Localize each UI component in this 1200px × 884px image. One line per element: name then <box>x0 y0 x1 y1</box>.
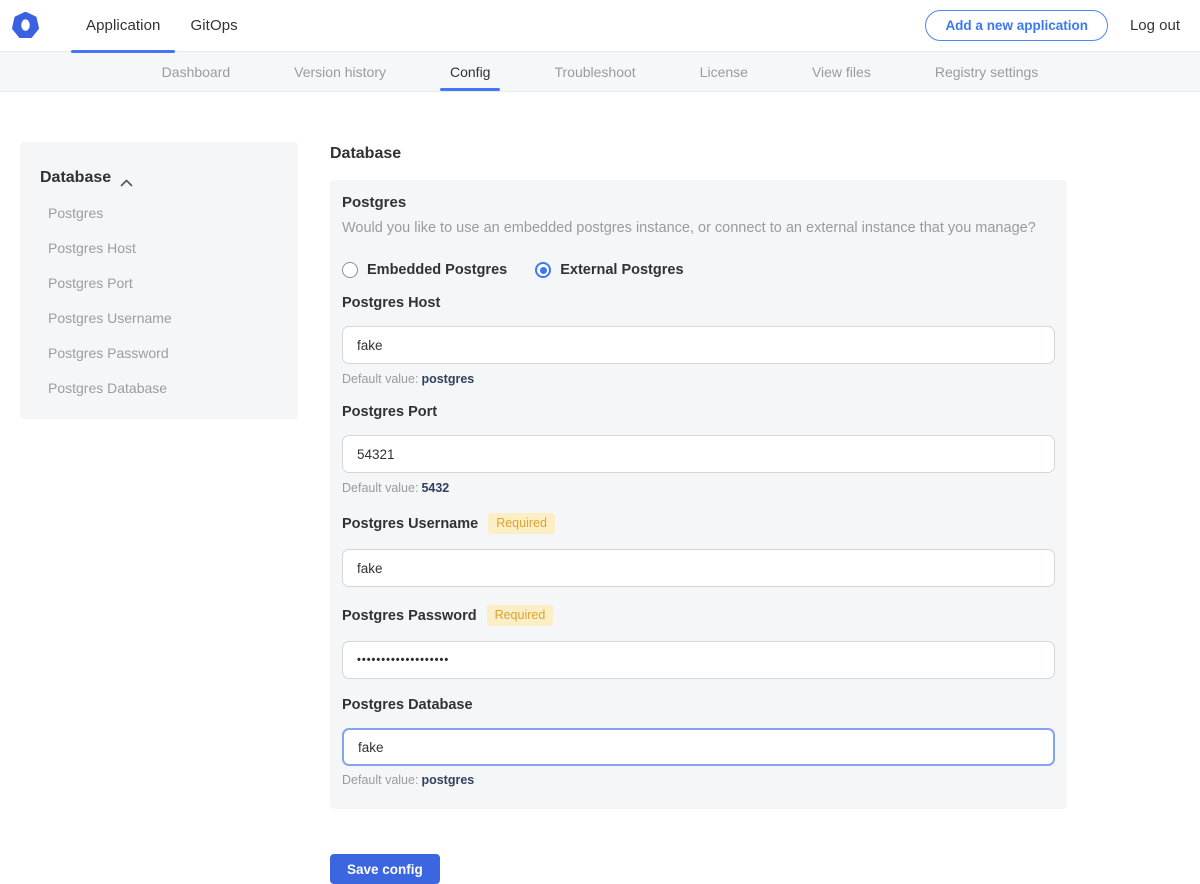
config-content: Database Postgres Postgres Host Postgres… <box>0 92 1200 884</box>
config-sidebar: Database Postgres Postgres Host Postgres… <box>20 142 298 419</box>
tab-config[interactable]: Config <box>448 52 492 91</box>
field-postgres-database: Postgres Database Default value:postgres <box>342 697 1055 787</box>
tab-gitops[interactable]: GitOps <box>175 0 252 52</box>
page-title: Database <box>330 145 1067 163</box>
app-logo-icon[interactable] <box>12 12 39 39</box>
tab-registry-settings[interactable]: Registry settings <box>933 52 1040 91</box>
tab-dashboard[interactable]: Dashboard <box>160 52 233 91</box>
sidebar-group-label: Database <box>40 169 111 187</box>
radio-label: Embedded Postgres <box>367 262 507 278</box>
postgres-port-input[interactable] <box>342 435 1055 473</box>
field-postgres-port: Postgres Port Default value:5432 <box>342 404 1055 495</box>
radio-label: External Postgres <box>560 262 683 278</box>
group-name-postgres: Postgres <box>342 194 1055 211</box>
radio-checked-icon <box>535 262 551 278</box>
tab-license[interactable]: License <box>698 52 750 91</box>
sidebar-item-postgres-database[interactable]: Postgres Database <box>40 379 278 397</box>
field-postgres-host: Postgres Host Default value:postgres <box>342 295 1055 386</box>
postgres-password-input[interactable] <box>342 641 1055 679</box>
field-label: Postgres Host <box>342 295 440 311</box>
default-value-label: Default value: <box>342 773 418 787</box>
field-postgres-username: Postgres Username Required <box>342 513 1055 587</box>
radio-external-postgres[interactable]: External Postgres <box>535 262 683 278</box>
field-postgres-password: Postgres Password Required <box>342 605 1055 679</box>
postgres-mode-radio-group: Embedded Postgres External Postgres <box>342 262 1055 278</box>
tab-troubleshoot[interactable]: Troubleshoot <box>552 52 637 91</box>
sidebar-item-postgres-port[interactable]: Postgres Port <box>40 274 278 292</box>
default-value: postgres <box>421 773 474 787</box>
field-label: Postgres Password <box>342 608 477 624</box>
default-value: 5432 <box>421 481 449 495</box>
field-label: Postgres Username <box>342 516 478 532</box>
postgres-username-input[interactable] <box>342 549 1055 587</box>
field-label: Postgres Port <box>342 404 437 420</box>
add-new-application-button[interactable]: Add a new application <box>925 10 1108 41</box>
default-value: postgres <box>421 372 474 386</box>
sidebar-group-database[interactable]: Database <box>40 169 278 187</box>
chevron-up-icon <box>120 174 133 182</box>
top-navigation: Application GitOps Add a new application… <box>0 0 1200 52</box>
default-value-hint: Default value:postgres <box>342 773 1055 787</box>
app-sub-navigation: Dashboard Version history Config Trouble… <box>0 52 1200 92</box>
group-help-text: Would you like to use an embedded postgr… <box>342 220 1055 236</box>
save-config-button[interactable]: Save config <box>330 854 440 884</box>
field-label: Postgres Database <box>342 697 473 713</box>
postgres-host-input[interactable] <box>342 326 1055 364</box>
tab-version-history[interactable]: Version history <box>292 52 388 91</box>
radio-embedded-postgres[interactable]: Embedded Postgres <box>342 262 507 278</box>
tab-view-files[interactable]: View files <box>810 52 873 91</box>
default-value-label: Default value: <box>342 372 418 386</box>
default-value-hint: Default value:5432 <box>342 481 1055 495</box>
sidebar-item-postgres-username[interactable]: Postgres Username <box>40 309 278 327</box>
required-badge: Required <box>488 513 555 534</box>
radio-unchecked-icon <box>342 262 358 278</box>
sidebar-item-postgres[interactable]: Postgres <box>40 204 278 222</box>
tab-application[interactable]: Application <box>71 0 175 52</box>
database-config-group: Postgres Would you like to use an embedd… <box>330 180 1067 809</box>
logout-button[interactable]: Log out <box>1130 17 1180 34</box>
default-value-hint: Default value:postgres <box>342 372 1055 386</box>
sidebar-item-postgres-host[interactable]: Postgres Host <box>40 239 278 257</box>
config-main: Database Postgres Would you like to use … <box>330 145 1067 884</box>
sidebar-item-postgres-password[interactable]: Postgres Password <box>40 344 278 362</box>
required-badge: Required <box>487 605 554 626</box>
postgres-database-input[interactable] <box>342 728 1055 766</box>
default-value-label: Default value: <box>342 481 418 495</box>
